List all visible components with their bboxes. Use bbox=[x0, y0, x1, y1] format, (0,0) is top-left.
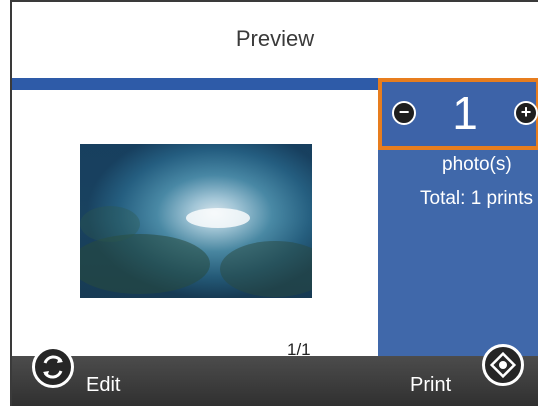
minus-circle-icon[interactable]: − bbox=[392, 101, 416, 125]
printer-screen: Preview 1/1 − 1 + photo(s) Total: 1 prin… bbox=[10, 0, 538, 406]
refresh-icon-glyph bbox=[43, 355, 63, 379]
start-icon[interactable] bbox=[482, 344, 524, 386]
total-prints-label: Total: 1 prints bbox=[420, 188, 533, 209]
edit-label[interactable]: Edit bbox=[86, 374, 120, 397]
photo-preview[interactable] bbox=[80, 144, 312, 298]
copies-value: 1 bbox=[452, 87, 478, 139]
start-icon-glyph bbox=[489, 351, 517, 379]
photos-label: photo(s) bbox=[442, 154, 512, 175]
plus-circle-icon[interactable]: + bbox=[514, 101, 538, 125]
copies-stepper[interactable]: − 1 + bbox=[378, 78, 538, 150]
page-title: Preview bbox=[235, 26, 315, 51]
print-label[interactable]: Print bbox=[410, 374, 451, 397]
photo-image bbox=[80, 144, 312, 298]
refresh-icon[interactable] bbox=[32, 346, 74, 388]
header: Preview bbox=[12, 2, 538, 78]
